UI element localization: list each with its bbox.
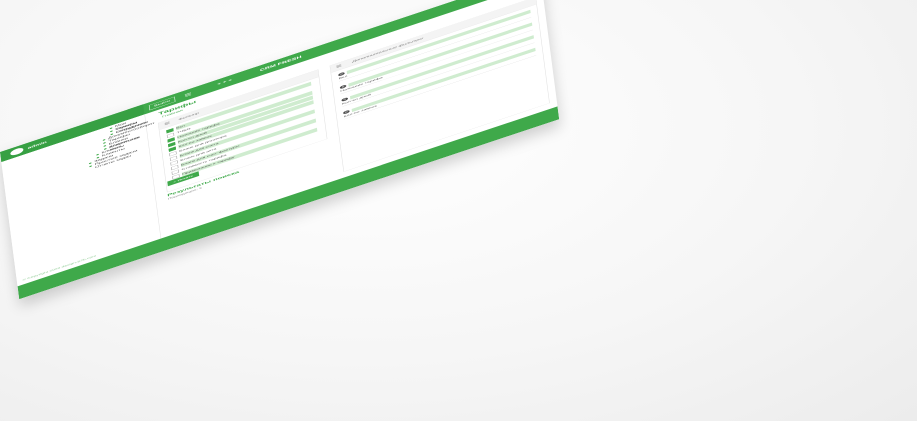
- app-window: admin Выйти ☰ ✶✶✶ CRM FRESH Мои клиенты …: [0, 0, 560, 300]
- bullet-icon: [102, 138, 106, 142]
- additional-filter-menu-icon[interactable]: ☰: [336, 64, 342, 69]
- bullet-icon: [109, 130, 113, 133]
- field-highlight: [346, 9, 531, 75]
- additional-filter-field: 0 Кол-во дней: [341, 35, 535, 107]
- bullet-icon: [103, 144, 107, 147]
- bullet-icon: [96, 153, 99, 156]
- screenshot-stage: admin Выйти ☰ ✶✶✶ CRM FRESH Мои клиенты …: [0, 0, 917, 421]
- filter-menu-icon[interactable]: ☰: [164, 121, 170, 126]
- filter-panel: ☰ Фильтр Вкл ТЧБО Название тарифа Кол-во: [157, 69, 328, 193]
- bullet-icon: [89, 165, 93, 168]
- field-input[interactable]: [339, 17, 532, 82]
- bullet-icon: [109, 127, 113, 130]
- bullet-icon: [88, 162, 92, 165]
- additional-filter-field: 0 Вкл: [338, 9, 532, 82]
- bullet-icon: [103, 141, 106, 144]
- field-input[interactable]: [340, 29, 533, 95]
